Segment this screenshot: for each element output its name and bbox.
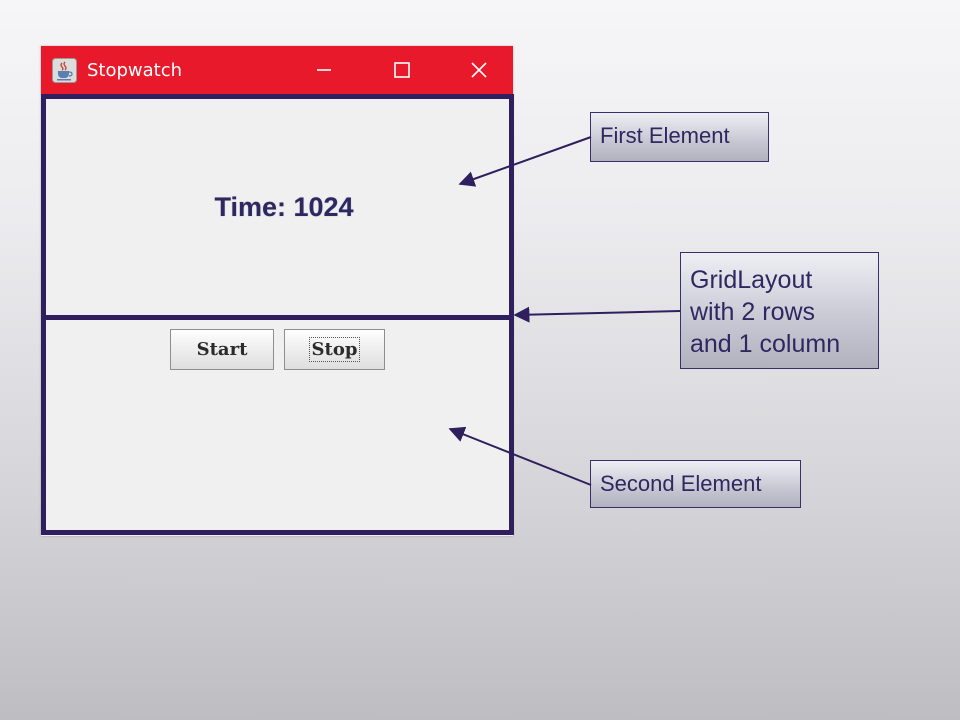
window-title: Stopwatch [87, 60, 183, 81]
time-label: Time: 1024 [214, 192, 354, 222]
minimize-icon [317, 69, 331, 71]
gridlayout-line-1: GridLayout [690, 266, 813, 294]
gridlayout-arrow [513, 306, 681, 323]
close-icon [471, 62, 487, 78]
first-element-text: First Element [600, 123, 730, 148]
first-element-callout: First Element [590, 112, 769, 162]
title-bar[interactable]: Stopwatch [41, 46, 513, 94]
gridlayout-callout: GridLayout with 2 rows and 1 column [680, 252, 879, 369]
stop-button[interactable]: Stop [284, 329, 385, 370]
second-element-callout: Second Element [590, 460, 801, 508]
grid-layout-outline: Time: 1024 Start Stop [41, 94, 514, 535]
java-cup-icon [52, 58, 77, 83]
gridlayout-line-2: with 2 rows [690, 298, 816, 326]
second-element-panel: Start Stop [46, 320, 509, 530]
gridlayout-line-3: and 1 column [690, 330, 841, 358]
start-button[interactable]: Start [170, 329, 274, 370]
minimize-button[interactable] [301, 46, 347, 94]
close-button[interactable] [456, 46, 502, 94]
stop-button-label: Stop [308, 337, 361, 362]
stopwatch-window: Stopwatch Time: 1024 Start Stop [41, 46, 514, 536]
first-element-panel: Time: 1024 [46, 99, 509, 320]
maximize-icon [394, 62, 410, 78]
content-pane: Time: 1024 Start Stop [41, 94, 514, 536]
maximize-button[interactable] [379, 46, 425, 94]
second-element-text: Second Element [600, 471, 762, 496]
